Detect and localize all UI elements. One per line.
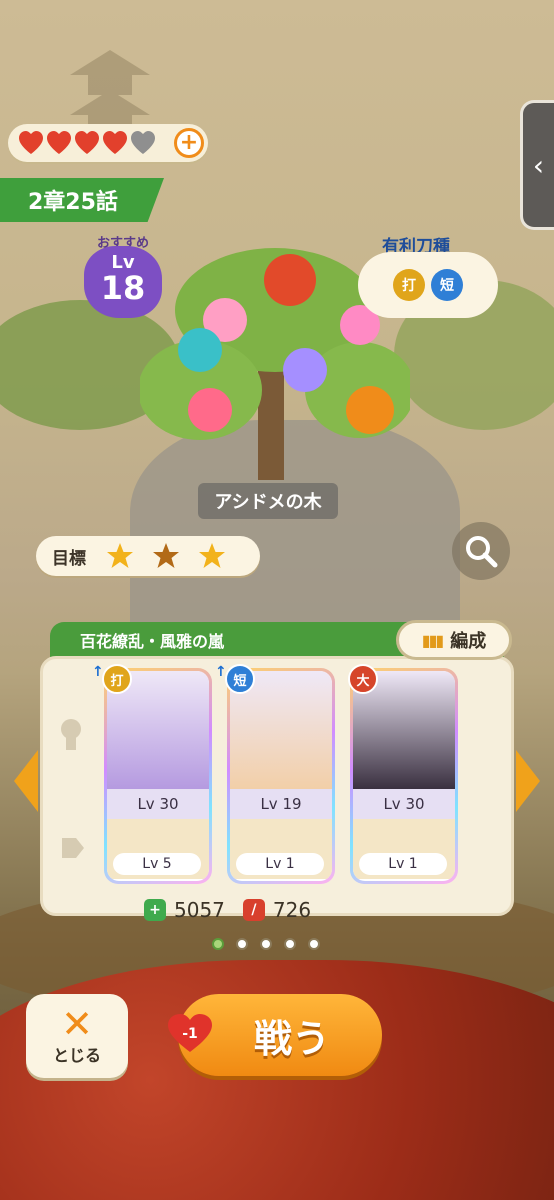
equipment-portrait: Lv 5 <box>107 819 209 879</box>
team-card[interactable]: Lv 30 Lv 1 <box>350 668 458 884</box>
heart-cost: -1 <box>182 1026 198 1042</box>
hp-stat: + 5057 <box>144 898 225 922</box>
stage-name: アシドメの木 <box>198 483 338 519</box>
character-level: Lv 19 <box>230 789 332 819</box>
star-icon <box>107 543 133 568</box>
tag-icon <box>62 838 84 858</box>
heart-icon <box>19 131 43 154</box>
card-inner: Lv 30 Lv 1 <box>353 671 455 881</box>
page-dot[interactable] <box>260 938 272 950</box>
goal-bar: 目標 <box>36 536 260 576</box>
team-name: 百花繚乱・風雅の嵐 <box>80 632 225 651</box>
character-level: Lv 30 <box>353 789 455 819</box>
side-menu-tab[interactable]: ‹ <box>520 100 554 230</box>
hp-icon: + <box>144 899 166 921</box>
weapon-type-chip: 短 <box>225 664 255 694</box>
equipment-level: Lv 5 <box>113 853 201 875</box>
chapter-label: 2章25話 <box>28 190 118 215</box>
formation-icon: ▮▮▮ <box>421 630 444 650</box>
advantage-type-chip: 短 <box>431 269 463 301</box>
equipment-level: Lv 1 <box>359 853 447 875</box>
heart-icon <box>47 131 71 154</box>
fight-button[interactable]: -1 戦う <box>168 994 382 1076</box>
add-hearts-button[interactable]: + <box>174 128 204 158</box>
hp-value: 5057 <box>174 898 225 922</box>
page-dot[interactable] <box>236 938 248 950</box>
chevron-left-icon: ‹ <box>532 148 545 182</box>
goal-label: 目標 <box>52 548 86 569</box>
goal-stars <box>106 542 226 570</box>
page-dot[interactable] <box>308 938 320 950</box>
team-stats: + 5057 / 726 <box>144 896 444 924</box>
magnify-button[interactable] <box>452 522 510 580</box>
page-dot[interactable] <box>284 938 296 950</box>
equipment-portrait: Lv 1 <box>353 819 455 879</box>
team-card[interactable]: Lv 30 Lv 5 <box>104 668 212 884</box>
empty-slot-icon <box>61 719 81 750</box>
team-page-indicator <box>212 938 320 950</box>
advantage-types-panel: 有利刀種 打 短 <box>358 232 498 322</box>
close-label: とじる <box>52 1046 101 1065</box>
heart-icon <box>131 131 155 154</box>
heart-row <box>18 130 156 156</box>
formation-label: 編成 <box>450 631 487 652</box>
heart-icon <box>75 131 99 154</box>
close-icon: ✕ <box>61 1002 93 1046</box>
formation-button[interactable]: ▮▮▮ 編成 <box>396 620 512 660</box>
star-icon <box>199 543 225 568</box>
fight-label: 戦う <box>253 1016 330 1061</box>
weapon-type-chip: 大 <box>348 664 378 694</box>
hearts-bar: + <box>8 124 208 162</box>
close-button[interactable]: ✕ とじる <box>26 994 128 1078</box>
equipment-level: Lv 1 <box>236 853 324 875</box>
team-card[interactable]: Lv 19 Lv 1 <box>227 668 335 884</box>
attack-stat: / 726 <box>242 898 312 922</box>
page-dot[interactable] <box>212 938 224 950</box>
chapter-banner: 2章25話 <box>0 178 164 222</box>
equipment-portrait: Lv 1 <box>230 819 332 879</box>
magnifier-icon <box>466 536 498 568</box>
advantage-arrow-icon: ↑ <box>92 664 104 680</box>
advantage-bubble: 打 短 <box>358 252 498 318</box>
heart-icon <box>103 131 127 154</box>
sword-icon: / <box>242 899 265 921</box>
card-inner: Lv 30 Lv 5 <box>107 671 209 881</box>
weapon-type-chip: 打 <box>102 664 132 694</box>
character-level: Lv 30 <box>107 789 209 819</box>
heart-cost-badge: -1 <box>168 1014 212 1054</box>
card-inner: Lv 19 Lv 1 <box>230 671 332 881</box>
advantage-arrow-icon: ↑ <box>215 664 227 680</box>
advantage-type-chip: 打 <box>393 269 425 301</box>
attack-value: 726 <box>272 898 312 922</box>
star-icon <box>153 543 179 568</box>
